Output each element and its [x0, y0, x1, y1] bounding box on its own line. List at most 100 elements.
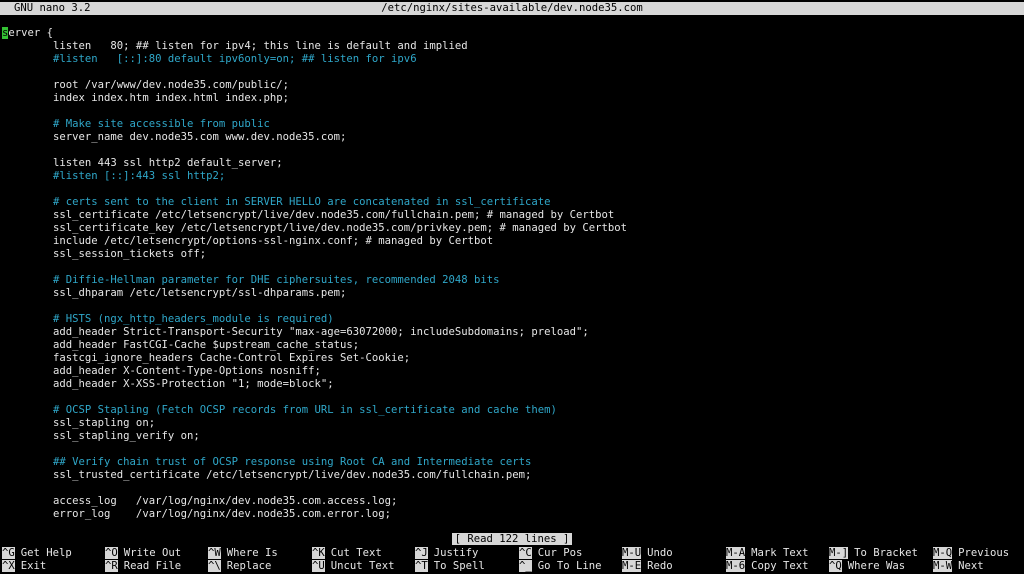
- shortcut-cur-pos[interactable]: ^C Cur Pos: [519, 547, 582, 560]
- editor-line[interactable]: index index.htm index.html index.php;: [2, 92, 1022, 105]
- editor-line-text: erver {: [8, 27, 54, 39]
- editor-line-text: # OCSP Stapling (Fetch OCSP records from…: [2, 404, 557, 416]
- shortcut-key: ^_: [519, 560, 532, 572]
- editor-line[interactable]: include /etc/letsencrypt/options-ssl-ngi…: [2, 235, 1022, 248]
- shortcut-key: ^U: [312, 560, 325, 572]
- editor-line[interactable]: #listen [::]:80 default ipv6only=on; ## …: [2, 53, 1022, 66]
- shortcut-key: M-Q: [933, 547, 953, 559]
- editor-line[interactable]: # Make site accessible from public: [2, 118, 1022, 131]
- shortcut-undo[interactable]: M-U Undo: [622, 547, 673, 560]
- editor-line[interactable]: fastcgi_ignore_headers Cache-Control Exp…: [2, 352, 1022, 365]
- editor-line[interactable]: add_header Strict-Transport-Security "ma…: [2, 326, 1022, 339]
- shortcut-exit[interactable]: ^X Exit: [2, 560, 46, 573]
- shortcut-to-bracket[interactable]: M-] To Bracket: [829, 547, 918, 560]
- shortcut-key: M-A: [726, 547, 746, 559]
- editor-line[interactable]: [2, 391, 1022, 404]
- shortcut-label: Previous: [958, 547, 1010, 559]
- editor-line[interactable]: ssl_dhparam /etc/letsencrypt/ssl-dhparam…: [2, 287, 1022, 300]
- shortcut-label: Redo: [647, 560, 673, 572]
- title-bar: GNU nano 3.2 /etc/nginx/sites-available/…: [0, 2, 1024, 15]
- editor-line-text: ssl_certificate /etc/letsencrypt/live/de…: [2, 209, 615, 221]
- editor-line-text: #listen [::]:80 default ipv6only=on; ## …: [2, 53, 417, 65]
- shortcut-key: ^R: [105, 560, 118, 572]
- editor-line[interactable]: # certs sent to the client in SERVER HEL…: [2, 196, 1022, 209]
- shortcut-copy-text[interactable]: M-6 Copy Text: [726, 560, 809, 573]
- shortcut-label: Go To Line: [537, 560, 602, 572]
- editor-line-text: listen 443 ssl http2 default_server;: [2, 157, 283, 169]
- editor-line-text: index index.htm index.html index.php;: [2, 92, 290, 104]
- editor-line[interactable]: ssl_certificate /etc/letsencrypt/live/de…: [2, 209, 1022, 222]
- editor-line[interactable]: server {: [2, 27, 1022, 40]
- shortcut-key: M-]: [829, 547, 849, 559]
- editor-line-text: add_header Strict-Transport-Security "ma…: [2, 326, 589, 338]
- shortcut-label: Undo: [647, 547, 673, 559]
- shortcut-label: Get Help: [20, 547, 72, 559]
- shortcut-label: Next: [958, 560, 984, 572]
- editor-line[interactable]: add_header FastCGI-Cache $upstream_cache…: [2, 339, 1022, 352]
- editor-line-text: listen 80; ## listen for ipv4; this line…: [2, 40, 468, 52]
- editor-line[interactable]: ssl_session_tickets off;: [2, 248, 1022, 261]
- shortcut-to-spell[interactable]: ^T To Spell: [415, 560, 485, 573]
- editor-line[interactable]: # Diffie-Hellman parameter for DHE ciphe…: [2, 274, 1022, 287]
- editor-line[interactable]: # OCSP Stapling (Fetch OCSP records from…: [2, 404, 1022, 417]
- editor-line[interactable]: [2, 105, 1022, 118]
- editor-line[interactable]: server_name dev.node35.com www.dev.node3…: [2, 131, 1022, 144]
- shortcut-where-is[interactable]: ^W Where Is: [208, 547, 278, 560]
- shortcut-key: ^Q: [829, 560, 842, 572]
- shortcut-justify[interactable]: ^J Justify: [415, 547, 478, 560]
- editor-line[interactable]: #listen [::]:443 ssl http2;: [2, 170, 1022, 183]
- shortcut-label: Copy Text: [751, 560, 809, 572]
- shortcut-label: To Spell: [433, 560, 485, 572]
- shortcut-replace[interactable]: ^\ Replace: [208, 560, 271, 573]
- editor-line[interactable]: ssl_certificate_key /etc/letsencrypt/liv…: [2, 222, 1022, 235]
- editor-line[interactable]: [2, 443, 1022, 456]
- shortcut-key: M-U: [622, 547, 642, 559]
- editor-line[interactable]: [2, 482, 1022, 495]
- editor-line[interactable]: root /var/www/dev.node35.com/public/;: [2, 79, 1022, 92]
- editor-line-text: ssl_stapling on;: [2, 417, 156, 429]
- editor-line[interactable]: [2, 261, 1022, 274]
- editor-line[interactable]: listen 443 ssl http2 default_server;: [2, 157, 1022, 170]
- shortcut-key: M-W: [933, 560, 953, 572]
- shortcut-next[interactable]: M-W Next: [933, 560, 984, 573]
- shortcut-uncut-text[interactable]: ^U Uncut Text: [312, 560, 395, 573]
- shortcut-read-file[interactable]: ^R Read File: [105, 560, 181, 573]
- shortcut-key: M-E: [622, 560, 642, 572]
- shortcut-cut-text[interactable]: ^K Cut Text: [312, 547, 382, 560]
- shortcut-label: Cut Text: [330, 547, 382, 559]
- editor-line[interactable]: ## Verify chain trust of OCSP response u…: [2, 456, 1022, 469]
- shortcut-label: To Bracket: [854, 547, 918, 559]
- shortcut-label: Write Out: [123, 547, 182, 559]
- editor-line[interactable]: listen 80; ## listen for ipv4; this line…: [2, 40, 1022, 53]
- editor-line[interactable]: access_log /var/log/nginx/dev.node35.com…: [2, 495, 1022, 508]
- editor-line[interactable]: ssl_stapling on;: [2, 417, 1022, 430]
- editor-line-text: ssl_stapling_verify on;: [2, 430, 200, 442]
- status-bar: [ Read 122 lines ]: [0, 533, 1024, 546]
- editor-line[interactable]: ssl_stapling_verify on;: [2, 430, 1022, 443]
- editor-line-text: # Diffie-Hellman parameter for DHE ciphe…: [2, 274, 500, 286]
- editor-line[interactable]: ssl_trusted_certificate /etc/letsencrypt…: [2, 469, 1022, 482]
- shortcut-go-to-line[interactable]: ^_ Go To Line: [519, 560, 602, 573]
- shortcut-redo[interactable]: M-E Redo: [622, 560, 673, 573]
- editor-line-text: ## Verify chain trust of OCSP response u…: [2, 456, 532, 468]
- editor-line[interactable]: add_header X-Content-Type-Options nosnif…: [2, 365, 1022, 378]
- editor-line[interactable]: error_log /var/log/nginx/dev.node35.com.…: [2, 508, 1022, 521]
- editor-line-text: root /var/www/dev.node35.com/public/;: [2, 79, 290, 91]
- shortcut-where-was[interactable]: ^Q Where Was: [829, 560, 905, 573]
- editor-line-text: # certs sent to the client in SERVER HEL…: [2, 196, 551, 208]
- shortcut-mark-text[interactable]: M-A Mark Text: [726, 547, 809, 560]
- editor-line[interactable]: add_header X-XSS-Protection "1; mode=blo…: [2, 378, 1022, 391]
- shortcut-write-out[interactable]: ^O Write Out: [105, 547, 181, 560]
- editor-line[interactable]: [2, 144, 1022, 157]
- editor-line[interactable]: # HSTS (ngx_http_headers_module is requi…: [2, 313, 1022, 326]
- shortcut-get-help[interactable]: ^G Get Help: [2, 547, 72, 560]
- editor-line[interactable]: [2, 183, 1022, 196]
- editor-line[interactable]: [2, 300, 1022, 313]
- editor-line-text: # Make site accessible from public: [2, 118, 270, 130]
- editor-text-area[interactable]: server { listen 80; ## listen for ipv4; …: [2, 27, 1022, 527]
- editor-line[interactable]: [2, 66, 1022, 79]
- shortcut-key: ^\: [208, 560, 221, 572]
- shortcut-previous[interactable]: M-Q Previous: [933, 547, 1009, 560]
- shortcut-label: Read File: [123, 560, 182, 572]
- shortcut-label: Uncut Text: [330, 560, 395, 572]
